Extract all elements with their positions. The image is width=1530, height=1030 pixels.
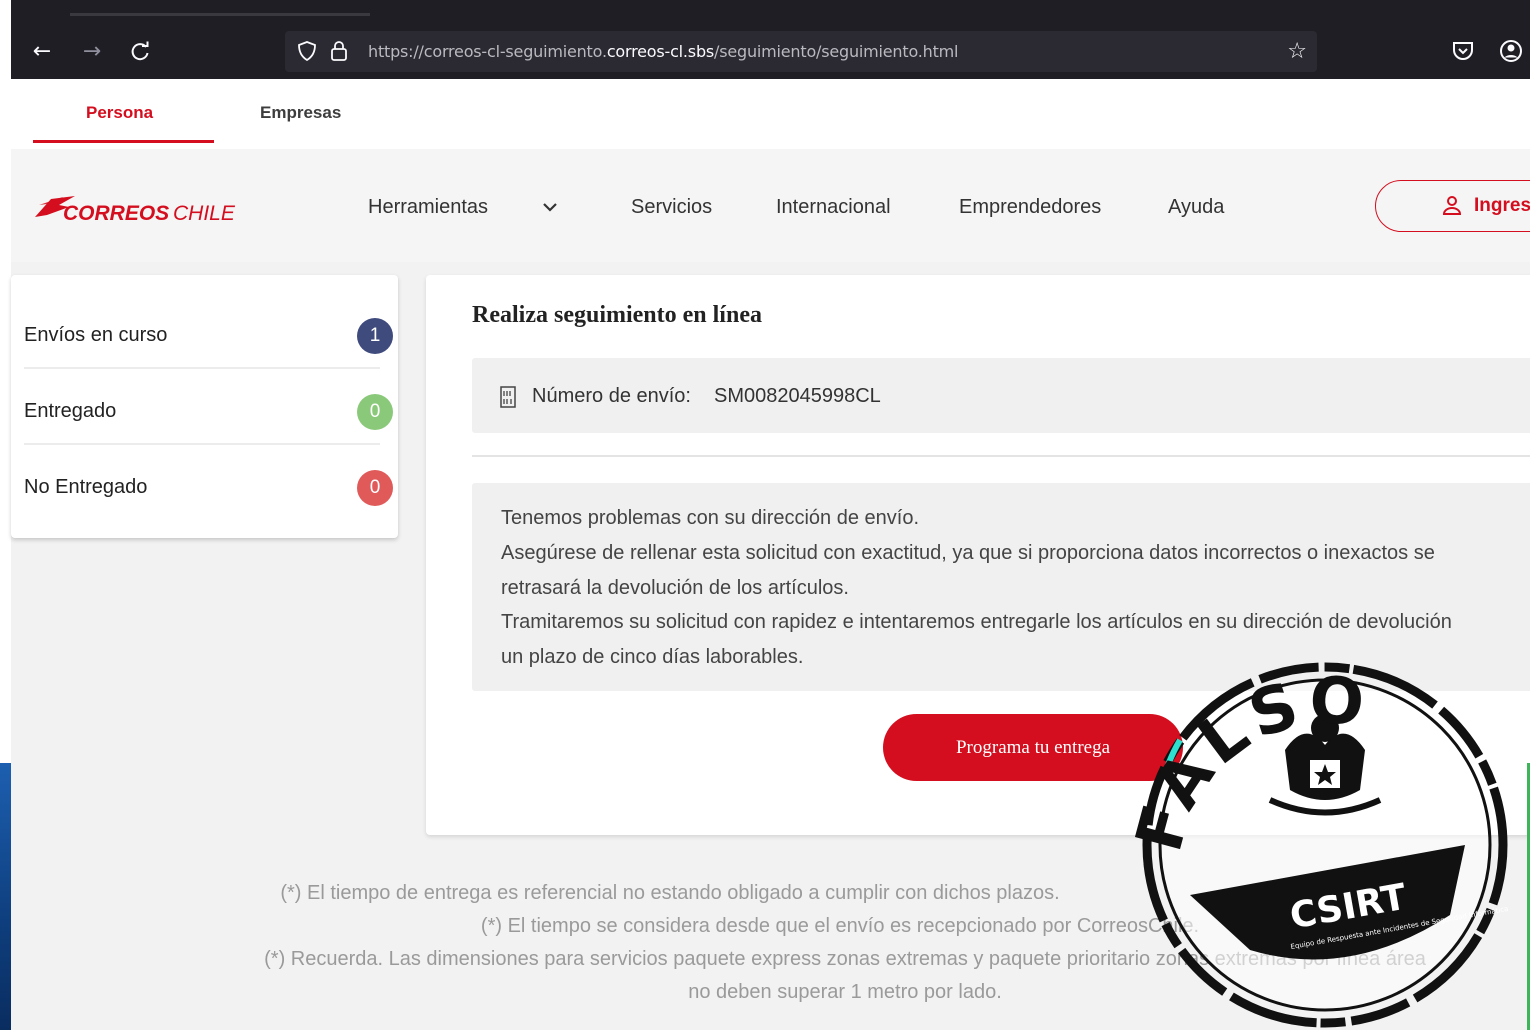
- divider: [24, 443, 380, 445]
- user-icon: [1442, 196, 1462, 215]
- pocket-icon[interactable]: [1450, 38, 1476, 64]
- count-badge: 0: [357, 470, 393, 506]
- reload-icon[interactable]: [125, 37, 155, 67]
- sidebar-item-no-entregado[interactable]: No Entregado 0: [24, 446, 393, 521]
- menu-ayuda[interactable]: Ayuda: [1168, 196, 1224, 219]
- sidebar-item-en-curso[interactable]: Envíos en curso 1: [24, 294, 393, 369]
- menu-herramientas[interactable]: Herramientas: [368, 196, 488, 219]
- back-icon[interactable]: ←: [27, 37, 57, 67]
- sidebar-item-label: No Entregado: [24, 476, 148, 498]
- browser-tab-strip: [70, 13, 370, 16]
- sidebar-item-entregado[interactable]: Entregado 0: [24, 370, 393, 445]
- forward-icon[interactable]: →: [77, 37, 107, 67]
- shipment-status-sidebar: Envíos en curso 1 Entregado 0 No Entrega…: [11, 275, 398, 538]
- tracking-number-value: SM0082045998CL: [714, 385, 881, 407]
- svg-text:CHILE: CHILE: [173, 202, 236, 225]
- count-badge: 1: [357, 318, 393, 354]
- sidebar-item-label: Envíos en curso: [24, 324, 168, 346]
- lock-icon[interactable]: [329, 40, 349, 62]
- tracking-shield-icon[interactable]: [297, 41, 317, 61]
- audience-tabs: Persona Empresas: [11, 79, 1530, 149]
- page: ← → https://correos-cl-seguimiento.corre…: [0, 0, 1530, 1030]
- account-icon[interactable]: [1498, 38, 1524, 64]
- count-badge: 0: [357, 394, 393, 430]
- divider: [472, 455, 1530, 457]
- sidebar-item-label: Entregado: [24, 400, 117, 422]
- tab-empresas[interactable]: Empresas: [260, 103, 341, 123]
- falso-csirt-stamp: FALSO CSIRT Equipo de Respuesta ante Inc…: [1123, 662, 1509, 1028]
- tracking-number-label: Número de envío:: [532, 385, 691, 407]
- correoschile-logo[interactable]: CORREOS CHILE: [33, 193, 238, 230]
- menu-emprendedores[interactable]: Emprendedores: [959, 196, 1101, 219]
- tracking-number-box: Número de envío: SM0082045998CL: [472, 358, 1530, 433]
- browser-toolbar: ← → https://correos-cl-seguimiento.corre…: [11, 0, 1530, 79]
- message-line: un plazo de cinco días laborables.: [501, 646, 804, 668]
- site-header: CORREOS CHILE Herramientas Servicios Int…: [11, 149, 1530, 262]
- login-label: Ingres: [1474, 195, 1530, 216]
- menu-servicios[interactable]: Servicios: [631, 196, 712, 219]
- svg-text:CORREOS: CORREOS: [63, 202, 169, 225]
- divider: [24, 367, 380, 369]
- page-title: Realiza seguimiento en línea: [472, 302, 762, 328]
- login-button[interactable]: Ingres: [1375, 180, 1530, 232]
- tab-persona[interactable]: Persona: [86, 103, 153, 123]
- message-line: Tenemos problemas con su dirección de en…: [501, 507, 920, 529]
- url-text[interactable]: https://correos-cl-seguimiento.correos-c…: [368, 42, 958, 61]
- chevron-down-icon[interactable]: [541, 198, 559, 216]
- menu-internacional[interactable]: Internacional: [776, 196, 891, 219]
- message-line: Asegúrese de rellenar esta solicitud con…: [501, 542, 1435, 564]
- active-tab-indicator: [33, 140, 214, 143]
- message-line: Tramitaremos su solicitud con rapidez e …: [501, 611, 1452, 633]
- left-edge: [0, 0, 11, 763]
- message-line: retrasará la devolución de los artículos…: [501, 577, 849, 599]
- barcode-icon: [500, 386, 516, 408]
- bookmark-star-icon[interactable]: ☆: [1287, 39, 1307, 64]
- url-bar[interactable]: https://correos-cl-seguimiento.correos-c…: [285, 31, 1317, 72]
